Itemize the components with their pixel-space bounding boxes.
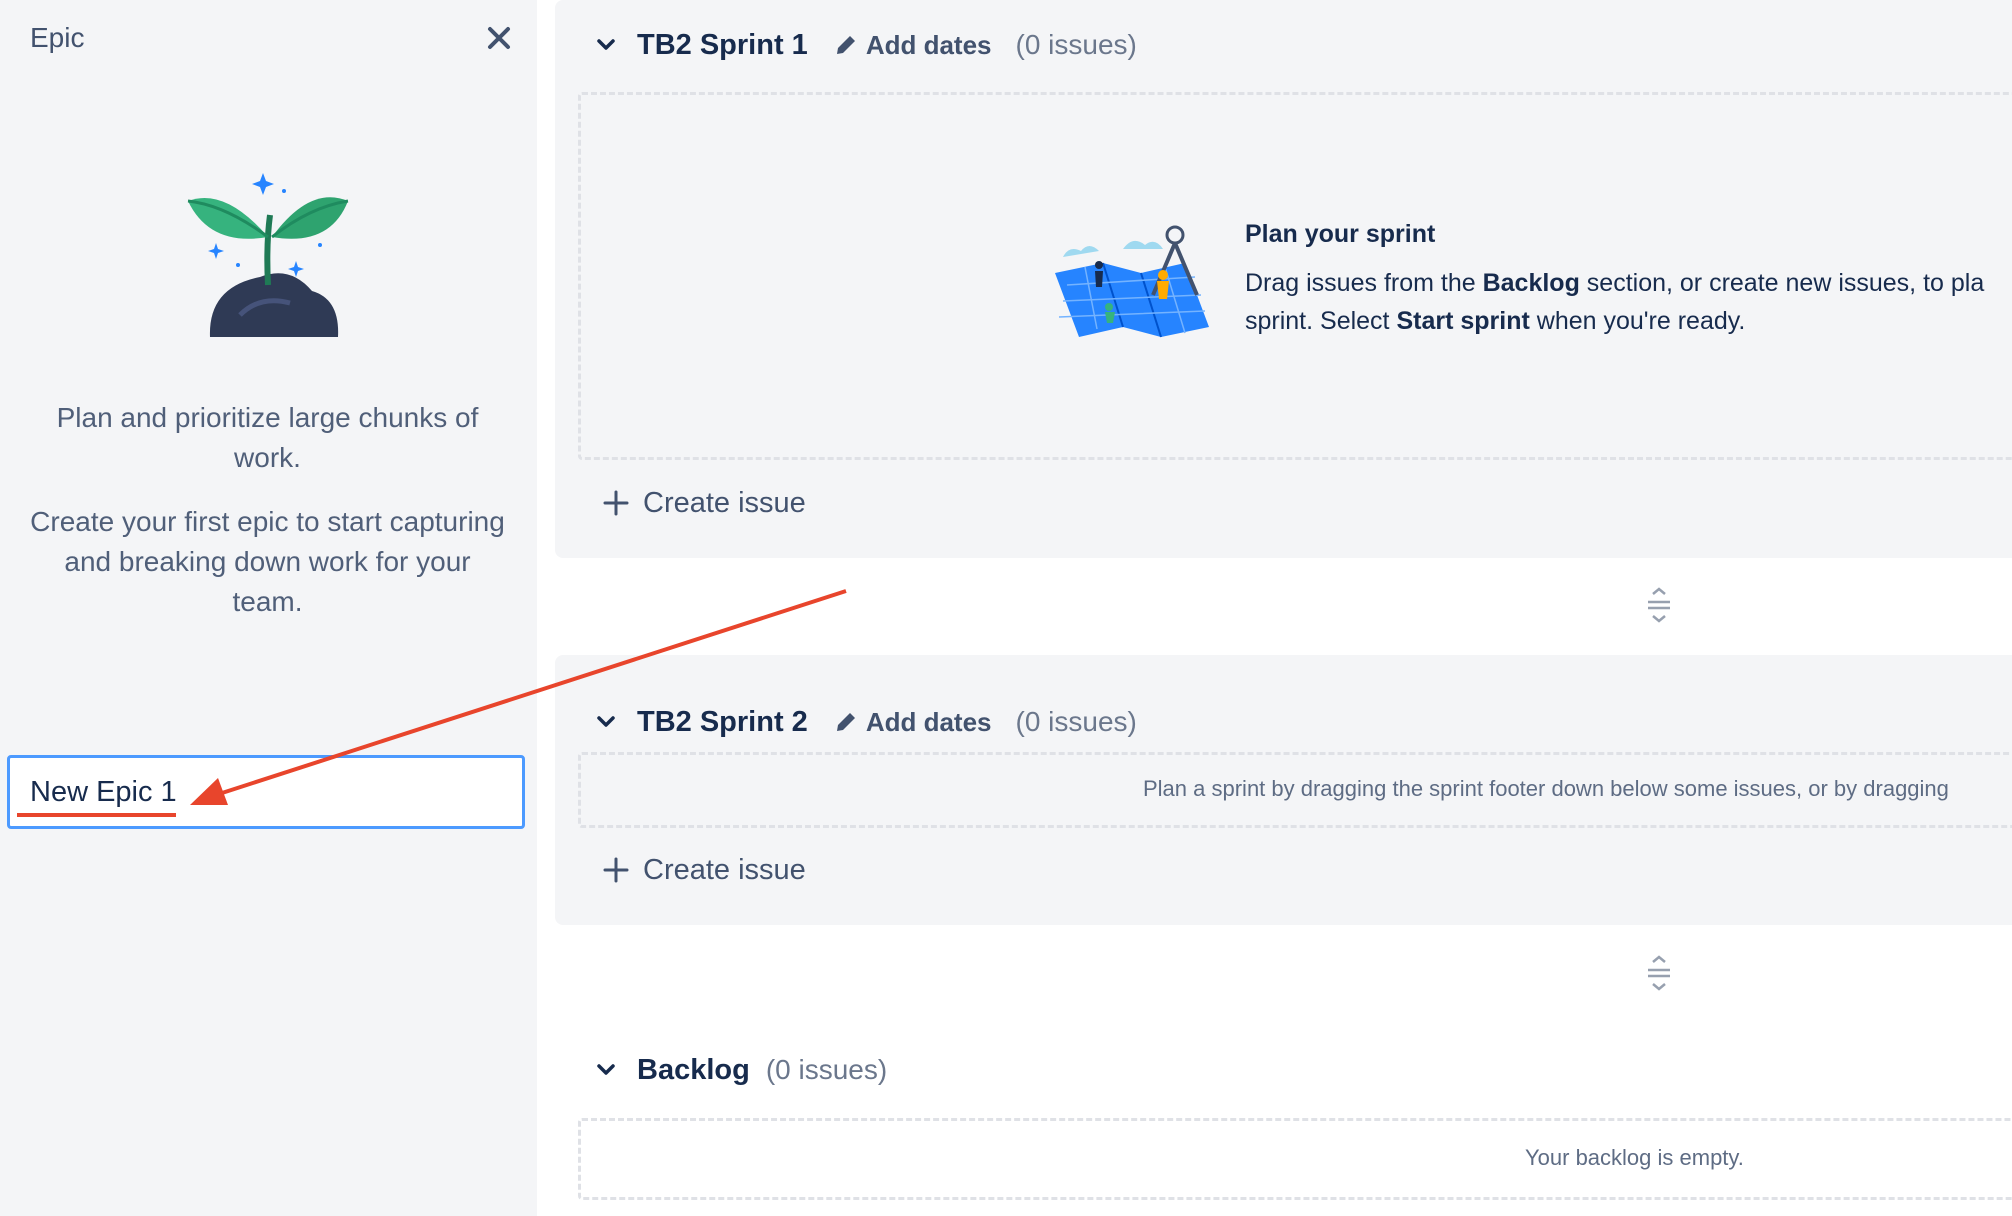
create-issue-button[interactable]: Create issue: [603, 850, 806, 890]
sprint-header[interactable]: TB2 Sprint 1 Add dates (0 issues): [595, 25, 1137, 65]
resize-handle-icon[interactable]: [1645, 954, 1673, 994]
create-issue-button[interactable]: Create issue: [603, 483, 806, 523]
sprint-issue-count: (0 issues): [1015, 706, 1137, 737]
plan-sprint-description: Drag issues from the Backlog section, or…: [1245, 269, 1985, 335]
epic-panel-title: Epic: [30, 22, 85, 53]
sprint-issue-count: (0 issues): [1015, 29, 1137, 60]
epic-name-field[interactable]: [7, 755, 525, 829]
sprint-map-illustration-icon: [1045, 215, 1215, 340]
create-issue-label: Create issue: [643, 486, 806, 519]
resize-handle-icon[interactable]: [1645, 586, 1673, 626]
chevron-down-icon[interactable]: [595, 711, 617, 733]
backlog-drop-zone[interactable]: [578, 1118, 2012, 1200]
epic-description-primary: Plan and prioritize large chunks of work…: [56, 402, 479, 473]
backlog-empty-message: Your backlog is empty.: [1525, 1145, 1744, 1170]
sprint-name: TB2 Sprint 2: [637, 705, 808, 738]
add-dates-button[interactable]: Add dates: [866, 30, 992, 61]
pencil-icon: [836, 36, 855, 54]
plus-icon: [603, 490, 629, 516]
create-issue-label: Create issue: [643, 853, 806, 886]
close-icon[interactable]: [483, 22, 515, 54]
backlog-emphasis: Backlog: [1482, 269, 1580, 297]
epic-description-secondary: Create your first epic to start capturin…: [30, 506, 505, 617]
pencil-icon: [836, 713, 855, 731]
epic-panel: Epic Plan and prioritize large chunks of…: [0, 0, 537, 1216]
backlog-header[interactable]: Backlog (0 issues): [595, 1050, 887, 1090]
sprint-plan-hint: Plan a sprint by dragging the sprint foo…: [1143, 776, 1949, 801]
chevron-down-icon[interactable]: [595, 1059, 617, 1081]
plus-icon: [603, 857, 629, 883]
chevron-down-icon[interactable]: [595, 34, 617, 56]
backlog-title: Backlog: [637, 1053, 750, 1086]
seedling-illustration-icon: [180, 165, 360, 345]
backlog-issue-count: (0 issues): [765, 1054, 888, 1085]
sprint-header[interactable]: TB2 Sprint 2 Add dates (0 issues): [595, 702, 1137, 742]
epic-name-input[interactable]: [22, 770, 510, 814]
start-sprint-emphasis: Start sprint: [1396, 307, 1530, 335]
add-dates-button[interactable]: Add dates: [866, 707, 992, 738]
plan-sprint-title: Plan your sprint: [1245, 220, 1436, 248]
sprint-name: TB2 Sprint 1: [637, 28, 808, 61]
